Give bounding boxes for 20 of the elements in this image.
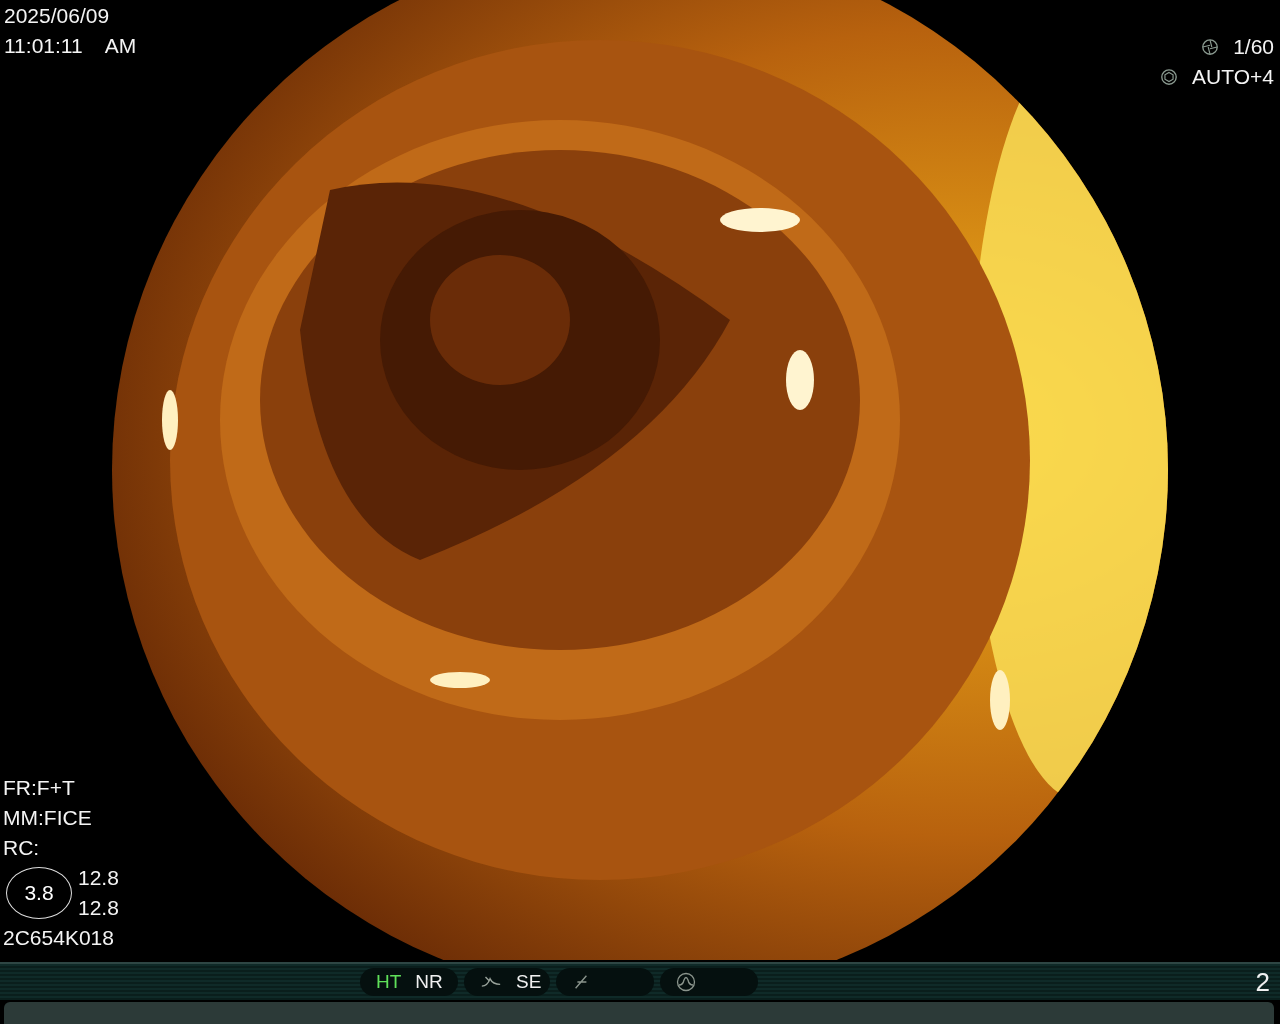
curve-icon	[480, 974, 502, 990]
reading-text: 12.8	[78, 865, 119, 891]
setting-text: MM:FICE	[3, 805, 92, 831]
indicator-label: SE	[516, 971, 542, 993]
iris-mode-text: AUTO+4	[1192, 64, 1274, 90]
reading-text: 12.8	[78, 895, 119, 921]
indicator-label: HT	[376, 971, 402, 993]
setting-text: FR:F+T	[3, 775, 75, 801]
date-text: 2025/06/09	[4, 3, 110, 29]
shutter-icon	[1201, 38, 1220, 56]
waveform-icon	[676, 972, 696, 992]
slash-icon	[572, 973, 590, 991]
aperture-icon	[1160, 68, 1179, 86]
indicator-label: NR	[415, 971, 443, 993]
meridiem-text: AM	[104, 33, 137, 59]
page-number: 2	[1255, 966, 1270, 998]
scope-id-text: 2C654K018	[3, 925, 114, 951]
shutter-speed-text: 1/60	[1233, 34, 1274, 60]
setting-text: RC:	[3, 835, 40, 861]
time-text: 11:01:11	[4, 33, 83, 59]
